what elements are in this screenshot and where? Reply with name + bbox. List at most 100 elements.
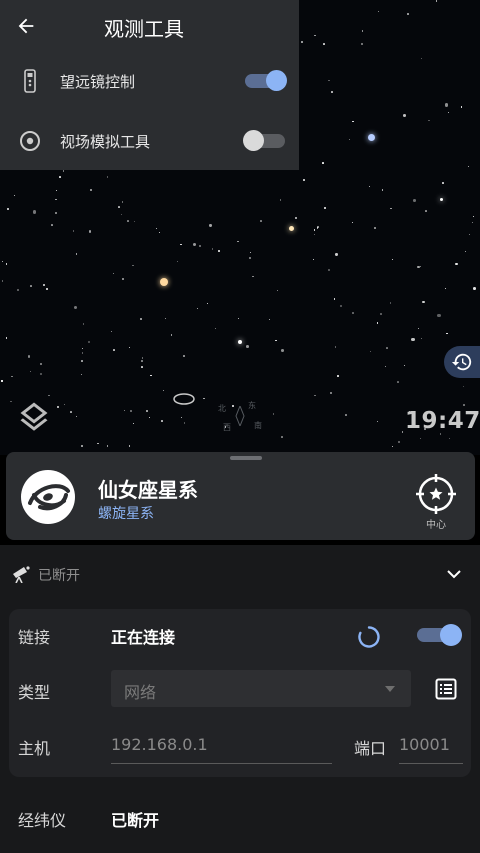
star [1, 280, 4, 282]
target-icon [20, 131, 40, 151]
star [301, 41, 303, 43]
star [398, 440, 401, 443]
star [339, 304, 342, 307]
star [472, 221, 474, 223]
star [260, 220, 262, 223]
tool-item-fov-simulator[interactable]: 视场模拟工具 [0, 111, 299, 171]
star [133, 220, 135, 222]
star [335, 253, 338, 256]
star [192, 243, 197, 247]
star [472, 216, 474, 218]
connection-value: 正在连接 [111, 628, 176, 647]
star [55, 190, 57, 192]
star [352, 222, 354, 224]
star [425, 210, 427, 212]
star [209, 224, 212, 227]
star [442, 182, 444, 185]
star [123, 410, 126, 412]
star [462, 403, 465, 406]
telescope-remote-icon [24, 69, 36, 93]
history-button[interactable] [444, 346, 480, 378]
star [390, 302, 392, 304]
star [281, 436, 283, 438]
star [11, 375, 13, 378]
port-input[interactable]: 10001 [399, 729, 463, 764]
star [132, 422, 135, 425]
star [161, 420, 164, 423]
tool-item-telescope-control[interactable]: 望远镜控制 [0, 51, 299, 111]
star [42, 284, 45, 287]
telescope-control-section: 已断开 链接 正在连接 类型 网络 主机 192.168.0.1 端口 1000… [0, 545, 480, 853]
compass-west: 西 [223, 423, 231, 432]
star [141, 357, 143, 359]
star [145, 410, 148, 412]
list-icon[interactable] [435, 678, 457, 700]
star [215, 327, 217, 329]
bright-star [368, 134, 375, 141]
star [249, 257, 251, 259]
star [420, 437, 422, 439]
star [127, 220, 129, 222]
telescope-control-toggle[interactable] [245, 70, 287, 91]
mount-status: 已断开 [111, 811, 160, 830]
star [130, 410, 132, 413]
port-label: 端口 [354, 739, 387, 758]
fov-simulator-toggle[interactable] [243, 130, 285, 151]
layers-button[interactable] [16, 398, 52, 438]
object-info-card[interactable]: 仙女座星系 螺旋星系 中心 [6, 452, 475, 540]
star [121, 214, 123, 216]
drag-handle[interactable] [230, 456, 262, 460]
host-input[interactable]: 192.168.0.1 [111, 729, 332, 764]
star [384, 365, 387, 368]
star [406, 13, 409, 15]
star [81, 348, 83, 350]
star [206, 303, 209, 305]
star [369, 185, 371, 187]
star [55, 198, 57, 201]
star [417, 327, 420, 330]
bright-star [440, 198, 443, 201]
star [464, 250, 467, 252]
star [313, 229, 316, 231]
star [444, 288, 446, 290]
chevron-down-icon[interactable] [446, 568, 462, 580]
star [381, 189, 384, 191]
center-label: 中心 [426, 520, 446, 531]
star [170, 334, 173, 337]
star [331, 91, 334, 93]
star [30, 284, 32, 287]
connection-toggle[interactable] [417, 624, 462, 646]
observation-tools-panel: 观测工具 望远镜控制 视场模拟工具 [0, 0, 299, 170]
back-button[interactable] [0, 0, 52, 51]
star [335, 346, 337, 348]
star [141, 360, 144, 362]
star [376, 322, 379, 324]
star [313, 233, 316, 236]
type-select[interactable]: 网络 [111, 670, 411, 707]
star [199, 244, 202, 247]
host-value: 192.168.0.1 [111, 735, 208, 754]
star [328, 268, 330, 271]
star [39, 373, 42, 376]
star [444, 103, 448, 107]
star [48, 394, 50, 397]
star [237, 317, 240, 320]
tool-item-label: 视场模拟工具 [60, 132, 151, 151]
star [197, 307, 199, 309]
star [69, 411, 72, 413]
star [376, 421, 378, 423]
star [122, 278, 124, 280]
star [141, 366, 143, 368]
star [390, 207, 392, 210]
star [460, 106, 462, 108]
connection-status-row[interactable]: 已断开 [0, 545, 480, 605]
star [361, 30, 364, 32]
center-button[interactable]: 中心 [416, 474, 456, 531]
star [139, 318, 142, 321]
star [385, 346, 388, 349]
current-time: 19:47 [405, 408, 480, 434]
star [88, 230, 92, 233]
galaxy-marker-icon [173, 393, 195, 405]
port-value: 10001 [399, 735, 450, 754]
star [110, 331, 113, 333]
